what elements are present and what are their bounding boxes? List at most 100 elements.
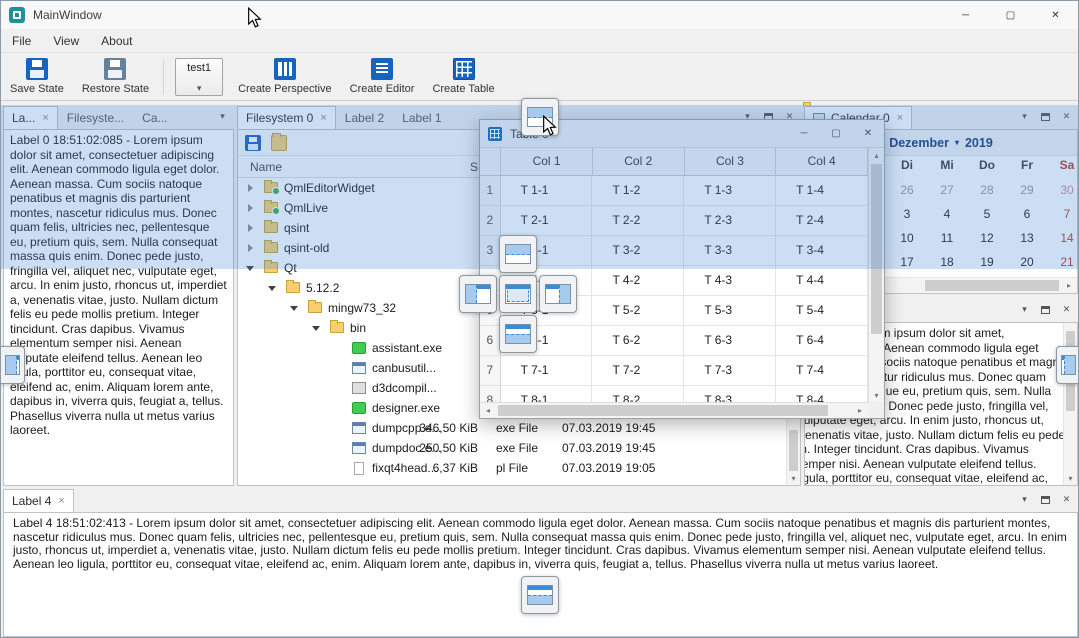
table-cell[interactable]: T 2-3 [684,206,776,236]
tabs-menu-button[interactable]: ▾ [1016,109,1033,124]
menu-view[interactable]: View [42,29,90,52]
calendar-day[interactable]: 5 [967,202,1007,226]
tabs-menu-button[interactable]: ▾ [1016,492,1033,507]
dock-indicator-cross-left[interactable] [459,275,497,313]
table-cell[interactable]: T 2-2 [592,206,684,236]
dock-indicator-cross-up[interactable] [499,235,537,273]
calendar-day[interactable]: 26 [887,178,927,202]
table-cell[interactable]: T 6-2 [592,326,684,356]
table-cell[interactable]: T 1-1 [501,176,593,206]
scroll-right-button[interactable]: ▸ [852,403,868,418]
scrollbar-thumb[interactable] [925,280,1059,291]
tree-row[interactable]: dumpdoc.e...250,50 KiBexe File07.03.2019… [238,438,785,458]
table-cell[interactable]: T 8-4 [776,386,868,402]
create-editor-button[interactable]: Create Editor [341,55,424,98]
table-cell[interactable]: T 3-4 [776,236,868,266]
restore-state-button[interactable]: Restore State [73,55,158,98]
tab-filesystem1[interactable]: Filesyste... [58,106,133,129]
column-header[interactable]: Col 1 [501,148,593,176]
dock-indicator-right-edge[interactable] [1056,346,1079,384]
table-cell[interactable]: T 3-2 [592,236,684,266]
table-cell[interactable]: T 4-4 [776,266,868,296]
tab-label2[interactable]: Label 2 [336,106,393,129]
maximize-button[interactable]: ▢ [820,122,852,146]
calendar-day[interactable]: 27 [927,178,967,202]
calendar-day[interactable]: 12 [967,226,1007,250]
tab-label1[interactable]: Label 1 [393,106,450,129]
tab-filesystem0[interactable]: Filesystem 0 × [237,106,336,129]
tab-close-icon[interactable]: × [42,112,48,124]
table-cell[interactable]: T 1-2 [592,176,684,206]
table-cell[interactable]: T 8-2 [592,386,684,402]
save-state-button[interactable]: Save State [1,55,73,98]
minimize-button[interactable]: ─ [943,1,988,29]
table-cell[interactable]: T 2-4 [776,206,868,236]
chevron-down-icon[interactable] [290,306,298,311]
calendar-day[interactable]: 17 [887,250,927,274]
table-cell[interactable]: T 7-2 [592,356,684,386]
table-vertical-scrollbar[interactable]: ▴ ▾ [868,148,884,402]
undock-button[interactable] [1037,492,1054,507]
chevron-down-icon[interactable] [246,266,254,271]
scroll-down-button[interactable]: ▾ [1064,471,1077,485]
calendar-day[interactable]: 21 [1047,250,1078,274]
column-header[interactable]: Col 3 [685,148,777,176]
scroll-down-button[interactable]: ▾ [787,471,800,485]
close-panel-button[interactable]: ✕ [1058,109,1075,124]
dock-indicator-bottom[interactable] [521,576,559,614]
tabs-menu-button[interactable]: ▾ [1016,302,1033,317]
calendar-day[interactable]: 7 [1047,202,1078,226]
dock-indicator-left-edge[interactable] [1,346,25,384]
row-header[interactable]: 1 [480,176,501,206]
calendar-day[interactable]: 11 [927,226,967,250]
column-header[interactable]: Col 4 [776,148,868,176]
tree-row[interactable]: fixqt4head...6,37 KiBpl File07.03.2019 1… [238,458,785,478]
table-cell[interactable]: T 2-1 [501,206,593,236]
perspective-combobox[interactable]: test1 ▾ [175,58,223,96]
create-table-button[interactable]: Create Table [423,55,503,98]
calendar-month-dropdown[interactable]: Dezember [889,136,949,150]
table-cell[interactable]: T 6-4 [776,326,868,356]
table-cell[interactable]: T 5-4 [776,296,868,326]
scrollbar-thumb[interactable] [871,164,882,334]
calendar-day[interactable]: 13 [1007,226,1047,250]
tabs-menu-button[interactable]: ▾ [214,109,231,124]
row-header[interactable]: 8 [480,386,501,402]
table-float-window[interactable]: Table 0 ─ ▢ ✕ Col 1 Col 2 Col 3 Col 4 1 … [479,119,885,419]
calendar-day[interactable]: 14 [1047,226,1078,250]
minimize-button[interactable]: ─ [788,122,820,146]
calendar-day[interactable]: 29 [1007,178,1047,202]
table-cell[interactable]: T 4-2 [592,266,684,296]
table-cell[interactable]: T 1-4 [776,176,868,206]
tab-calendar1[interactable]: Ca... [133,106,176,129]
table-cell[interactable]: T 7-3 [684,356,776,386]
tab-close-icon[interactable]: × [58,495,64,507]
menu-file[interactable]: File [1,29,42,52]
scrollbar-thumb[interactable] [498,405,828,416]
table-cell[interactable]: T 5-2 [592,296,684,326]
column-name[interactable]: Name [250,160,282,174]
scroll-right-button[interactable]: ▸ [1061,278,1077,293]
chevron-right-icon[interactable] [248,204,253,212]
tab-close-icon[interactable]: × [320,112,326,124]
chevron-right-icon[interactable] [248,244,253,252]
chevron-down-icon[interactable] [268,286,276,291]
table-cell[interactable]: T 7-4 [776,356,868,386]
table-cell[interactable]: T 4-3 [684,266,776,296]
calendar-day[interactable]: 28 [967,178,1007,202]
table-cell[interactable]: T 3-3 [684,236,776,266]
titlebar[interactable]: MainWindow ─ ▢ ✕ [1,1,1078,29]
chevron-right-icon[interactable] [248,184,253,192]
table-horizontal-scrollbar[interactable]: ◂ ▸ [480,402,868,418]
table-cell[interactable]: T 8-3 [684,386,776,402]
menu-about[interactable]: About [90,29,143,52]
dock-indicator-cross-right[interactable] [539,275,577,313]
row-header[interactable]: 6 [480,326,501,356]
scroll-up-button[interactable]: ▴ [869,148,884,162]
maximize-button[interactable]: ▢ [988,1,1033,29]
dock-indicator-cross-bottom[interactable] [499,315,537,353]
row-header[interactable]: 7 [480,356,501,386]
dock-indicator-cross-center[interactable] [499,275,537,313]
undock-button[interactable] [1037,302,1054,317]
save-icon-button[interactable] [245,135,261,151]
